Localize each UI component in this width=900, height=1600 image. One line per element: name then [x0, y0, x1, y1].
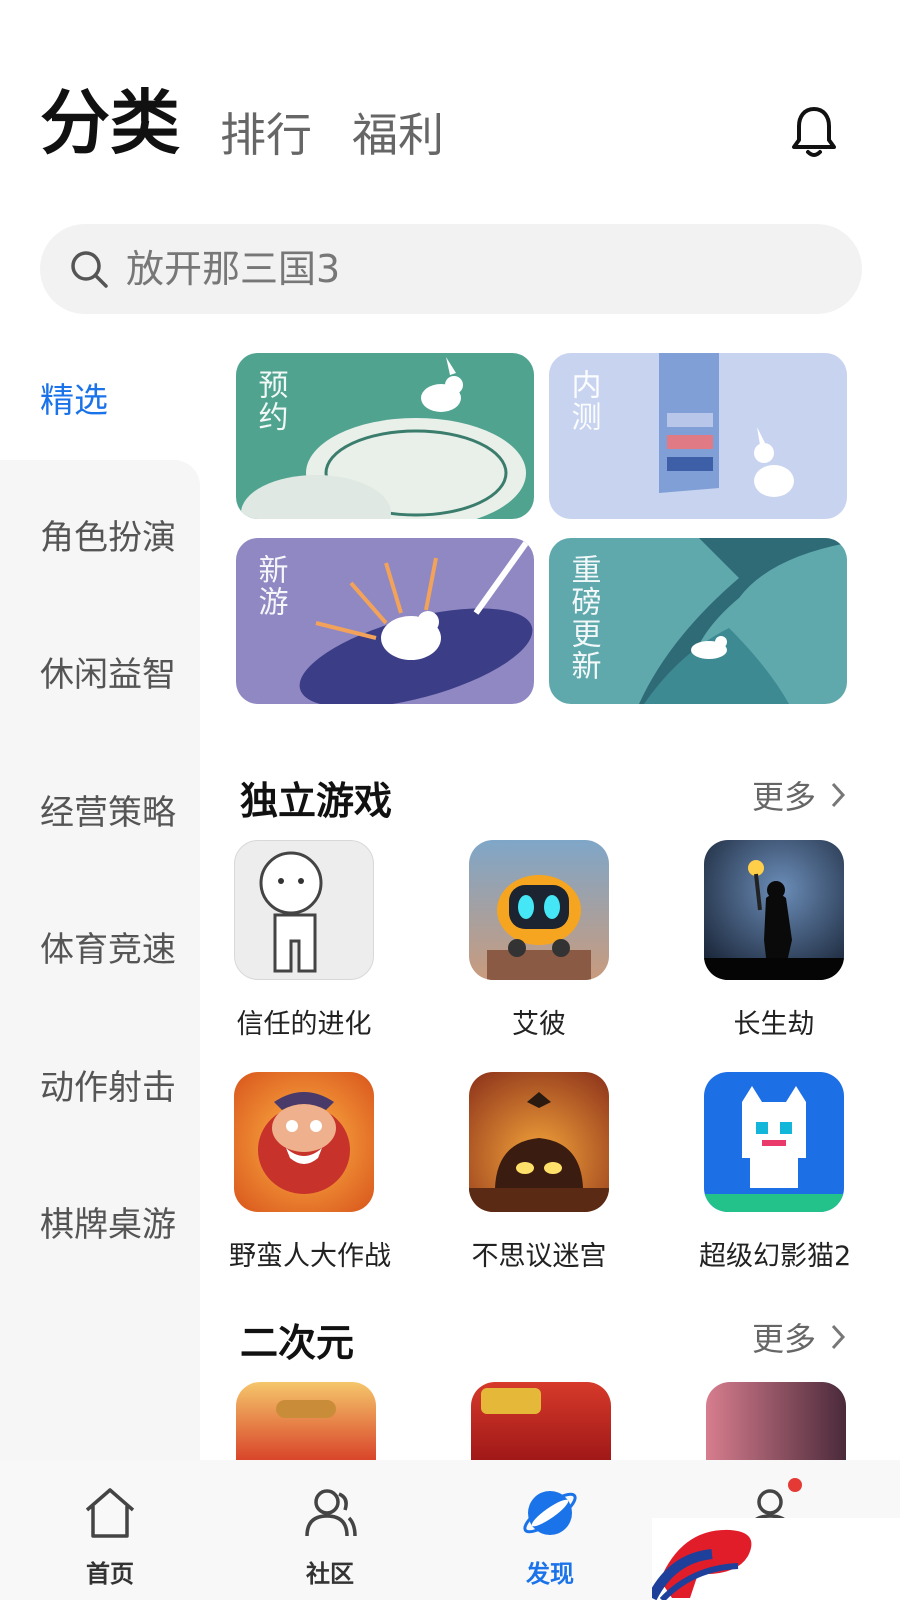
banner-label: 新游 [252, 554, 288, 618]
banner-label: 重磅更新 [565, 554, 601, 682]
banner-beta[interactable]: 内测 [549, 353, 847, 519]
search-input[interactable] [126, 247, 806, 291]
app-icon-partial-2[interactable] [471, 1382, 611, 1460]
sidebar-item-board-card[interactable]: 棋牌桌游 [40, 1197, 176, 1246]
sidebar-item-rpg[interactable]: 角色扮演 [40, 510, 176, 559]
home-icon [85, 1488, 135, 1538]
sidebar-item-action-shooter[interactable]: 动作射击 [40, 1060, 176, 1109]
app-name: 长生劫 [733, 1009, 815, 1040]
app-icon-partial-1[interactable] [236, 1382, 376, 1460]
banner-new-games[interactable]: 新游 [236, 538, 534, 704]
search-icon [71, 251, 108, 288]
sidebar-item-sports-racing[interactable]: 体育竞速 [40, 922, 176, 971]
more-label: 更多 [752, 1320, 817, 1358]
notification-badge [788, 1478, 802, 1492]
app-icon [704, 840, 844, 980]
nav-community[interactable]: 社区 [270, 1482, 390, 1589]
chevron-right-icon [831, 1324, 846, 1350]
sidebar-item-featured[interactable]: 精选 [40, 373, 108, 422]
app-icon [234, 840, 374, 980]
more-label: 更多 [752, 778, 817, 816]
chevron-right-icon [831, 782, 846, 808]
app-icon [704, 1072, 844, 1212]
nav-label: 社区 [306, 1560, 354, 1588]
indie-more-link[interactable]: 更多 [752, 772, 846, 818]
app-aibi[interactable]: 艾彼 [464, 840, 614, 1041]
section-title-anime: 二次元 [240, 1321, 355, 1365]
category-sidebar: 精选 角色扮演 休闲益智 经营策略 体育竞速 动作射击 棋牌桌游 [0, 345, 200, 1460]
tab-benefits[interactable]: 福利 [352, 112, 444, 158]
app-name: 超级幻影猫2 [699, 1241, 852, 1272]
tab-category[interactable]: 分类 [40, 88, 180, 158]
app-name: 艾彼 [512, 1009, 566, 1040]
app-name: 野蛮人大作战 [229, 1241, 391, 1272]
app-name: 不思议迷宫 [471, 1241, 607, 1272]
banner-preorder[interactable]: 预约 [236, 353, 534, 519]
app-changshengjie[interactable]: 长生劫 [699, 840, 849, 1041]
nav-discover[interactable]: 发现 [490, 1482, 610, 1589]
search-bar[interactable] [40, 224, 862, 314]
app-icon-partial-3[interactable] [706, 1382, 846, 1460]
top-tabs: 分类 排行 福利 [40, 88, 484, 158]
banner-label: 预约 [252, 369, 288, 433]
sidebar-item-casual[interactable]: 休闲益智 [40, 647, 176, 696]
app-barbarian-battle[interactable]: 野蛮人大作战 [229, 1072, 391, 1273]
community-icon [305, 1489, 357, 1537]
section-title-indie: 独立游戏 [240, 779, 393, 823]
app-name: 信任的进化 [236, 1009, 372, 1040]
banner-major-update[interactable]: 重磅更新 [549, 538, 847, 704]
app-icon [469, 840, 609, 980]
watermark-logo [647, 1518, 900, 1600]
tab-ranking[interactable]: 排行 [220, 112, 312, 158]
app-icon [469, 1072, 609, 1212]
app-trust-evolution[interactable]: 信任的进化 [229, 840, 379, 1041]
app-icon [234, 1072, 374, 1212]
app-magic-maze[interactable]: 不思议迷宫 [464, 1072, 614, 1273]
nav-home[interactable]: 首页 [50, 1482, 170, 1589]
nav-label: 发现 [526, 1560, 574, 1588]
nav-label: 首页 [86, 1560, 134, 1588]
anime-more-link[interactable]: 更多 [752, 1314, 846, 1360]
app-super-phantom-cat-2[interactable]: 超级幻影猫2 [699, 1072, 852, 1273]
bell-icon[interactable] [790, 104, 838, 160]
discover-planet-icon [523, 1491, 577, 1535]
sidebar-item-strategy[interactable]: 经营策略 [40, 785, 176, 834]
banner-label: 内测 [565, 369, 601, 433]
